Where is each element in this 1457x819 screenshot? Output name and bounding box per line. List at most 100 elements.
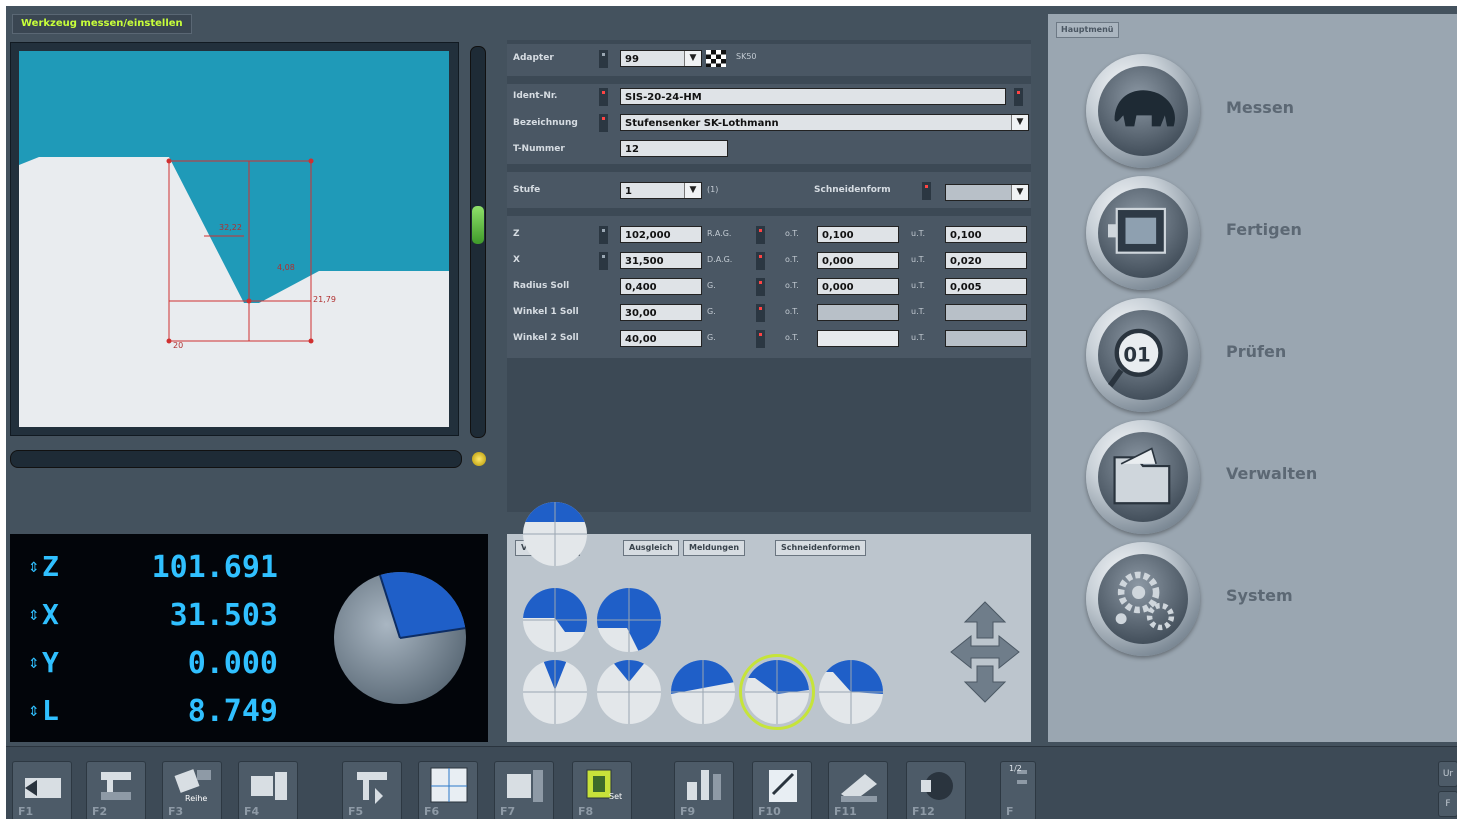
dro-row: ⇕ L 8.749 — [28, 694, 278, 736]
fkey-label: F1 — [18, 805, 34, 818]
ident-number-field[interactable]: SIS-20-24-HM — [620, 88, 1006, 105]
fkey-f7[interactable]: F7 — [494, 761, 554, 819]
main-menu-tab[interactable]: Hauptmenü — [1056, 22, 1119, 38]
tolerance-type: G. — [707, 281, 716, 290]
fkey-f1[interactable]: F1 — [12, 761, 72, 819]
fkey-f4[interactable]: F4 — [238, 761, 298, 819]
fkey-f9[interactable]: F9 — [674, 761, 734, 819]
function-key-bar: F1 F2 Reihe F3 F4 F5 F6 F7 Set F8 F9 F10 F11 F12 1/2 F … — [6, 746, 1457, 819]
fkey-f3[interactable]: Reihe F3 — [162, 761, 222, 819]
menu-label-verwalten[interactable]: Verwalten — [1226, 464, 1317, 483]
menu-label-fertigen[interactable]: Fertigen — [1226, 220, 1302, 239]
cutting-edge-shape[interactable] — [671, 660, 735, 724]
axis-name: L — [42, 694, 59, 727]
adapter-select[interactable]: 99 ▼ — [620, 50, 702, 67]
measure-value-field[interactable]: 0,400 — [620, 278, 702, 295]
required-marker — [1014, 88, 1023, 106]
required-marker — [599, 252, 608, 270]
fkey-label: F4 — [244, 805, 260, 818]
cutting-edge-shape[interactable] — [523, 660, 587, 724]
cutting-edge-shape[interactable] — [597, 660, 661, 724]
menu-button-fertigen[interactable] — [1086, 176, 1200, 290]
measure-value-field[interactable]: 40,00 — [620, 330, 702, 347]
menu-label-prüfen[interactable]: Prüfen — [1226, 342, 1286, 361]
stufe-label: Stufe — [513, 185, 541, 195]
measure-value-field[interactable]: 30,00 — [620, 304, 702, 321]
fkey-f10[interactable]: F10 — [752, 761, 812, 819]
lower-tolerance-field[interactable]: 0,020 — [945, 252, 1027, 269]
fkey-f11[interactable]: F11 — [828, 761, 888, 819]
bezeichnung-label: Bezeichnung — [513, 118, 578, 128]
move-arrows-icon[interactable] — [949, 600, 1021, 704]
measure-label: Winkel 2 Soll — [513, 333, 579, 343]
upper-tolerance-field[interactable] — [817, 304, 899, 321]
axis-value: 0.000 — [187, 646, 278, 681]
required-marker — [922, 182, 931, 200]
lower-tolerance-field[interactable]: 0,005 — [945, 278, 1027, 295]
vertical-slider-thumb[interactable] — [472, 206, 484, 244]
measure-label: Winkel 1 Soll — [513, 307, 579, 317]
upper-tol-label: o.T. — [785, 307, 799, 316]
fkey-icon — [101, 772, 131, 800]
dro-row: ⇕ X 31.503 — [28, 598, 278, 640]
checker-icon — [706, 50, 726, 67]
fkey-label: F11 — [834, 805, 857, 818]
zoom-knob-icon[interactable] — [472, 452, 486, 466]
tolerance-type: D.A.G. — [707, 255, 733, 264]
tab-ausgleich[interactable]: Ausgleich — [623, 540, 679, 556]
fkey-icon — [25, 778, 61, 798]
lower-tolerance-field[interactable] — [945, 330, 1027, 347]
preview-horizontal-slider[interactable] — [10, 450, 462, 468]
cutting-edge-shape[interactable] — [819, 660, 883, 724]
cutting-edge-shape[interactable] — [523, 588, 587, 652]
stufe-select[interactable]: 1 ▼ — [620, 182, 702, 199]
adapter-code: SK50 — [736, 52, 757, 61]
cutting-edge-shape[interactable] — [597, 588, 661, 652]
measure-label: Radius Soll — [513, 281, 570, 291]
menu-button-prüfen[interactable]: 01 — [1086, 298, 1200, 412]
page-indicator: 1/2 — [1009, 764, 1022, 773]
required-marker — [756, 226, 765, 244]
lower-tolerance-field[interactable]: 0,100 — [945, 226, 1027, 243]
menu-label-messen[interactable]: Messen — [1226, 98, 1294, 117]
fkey-label: F6 — [424, 805, 440, 818]
cutting-edge-shape[interactable] — [523, 502, 587, 566]
measure-value-field[interactable]: 31,500 — [620, 252, 702, 269]
bezeichnung-select[interactable]: Stufensenker SK-Lothmann ▼ — [620, 114, 1029, 131]
menu-button-verwalten[interactable] — [1086, 420, 1200, 534]
chevron-down-icon: ▼ — [1011, 185, 1028, 200]
fkey-f6[interactable]: F6 — [418, 761, 478, 819]
menu-button-messen[interactable] — [1086, 54, 1200, 168]
fkey-icon — [921, 772, 953, 800]
upper-tolerance-field[interactable]: 0,000 — [817, 252, 899, 269]
app-window: Werkzeug messen/einstellen 32,22 4,08 21… — [6, 6, 1457, 819]
tab-schneidenformen[interactable]: Schneidenformen — [775, 540, 867, 556]
chevron-down-icon: ▼ — [684, 183, 701, 198]
position-readout: ⇕ Z 101.691 ⇕ X 31.503 ⇕ Y 0.000 ⇕ L 8.749 — [10, 534, 488, 742]
tool-preview[interactable]: 32,22 4,08 21,79 20 — [19, 51, 449, 427]
right-edge-button[interactable]: F — [1438, 791, 1457, 817]
measure-value-field[interactable]: 102,000 — [620, 226, 702, 243]
fkey-f12[interactable]: F12 — [906, 761, 966, 819]
upper-tolerance-field[interactable] — [817, 330, 899, 347]
lower-tolerance-field[interactable] — [945, 304, 1027, 321]
fkey-f8[interactable]: Set F8 — [572, 761, 632, 819]
tnumber-field[interactable]: 12 — [620, 140, 728, 157]
fkey-f2[interactable]: F2 — [86, 761, 146, 819]
schneidenform-select[interactable]: ▼ — [945, 184, 1029, 201]
fkey-f[interactable]: 1/2 F — [1000, 761, 1036, 819]
upper-tolerance-field[interactable]: 0,100 — [817, 226, 899, 243]
lower-tol-label: u.T. — [911, 255, 926, 264]
chevron-down-icon: ▼ — [1011, 115, 1028, 130]
fkey-f5[interactable]: F5 — [342, 761, 402, 819]
fkey-icon — [841, 774, 877, 802]
upper-tolerance-field[interactable]: 0,000 — [817, 278, 899, 295]
measure-label: X — [513, 255, 520, 265]
ident-label: Ident-Nr. — [513, 91, 558, 101]
tolerance-type: G. — [707, 307, 716, 316]
menu-button-system[interactable] — [1086, 542, 1200, 656]
right-edge-button[interactable]: Ur — [1438, 761, 1457, 787]
menu-label-system[interactable]: System — [1226, 586, 1293, 605]
cutting-edge-shape[interactable] — [739, 654, 815, 730]
tab-meldungen[interactable]: Meldungen — [683, 540, 746, 556]
